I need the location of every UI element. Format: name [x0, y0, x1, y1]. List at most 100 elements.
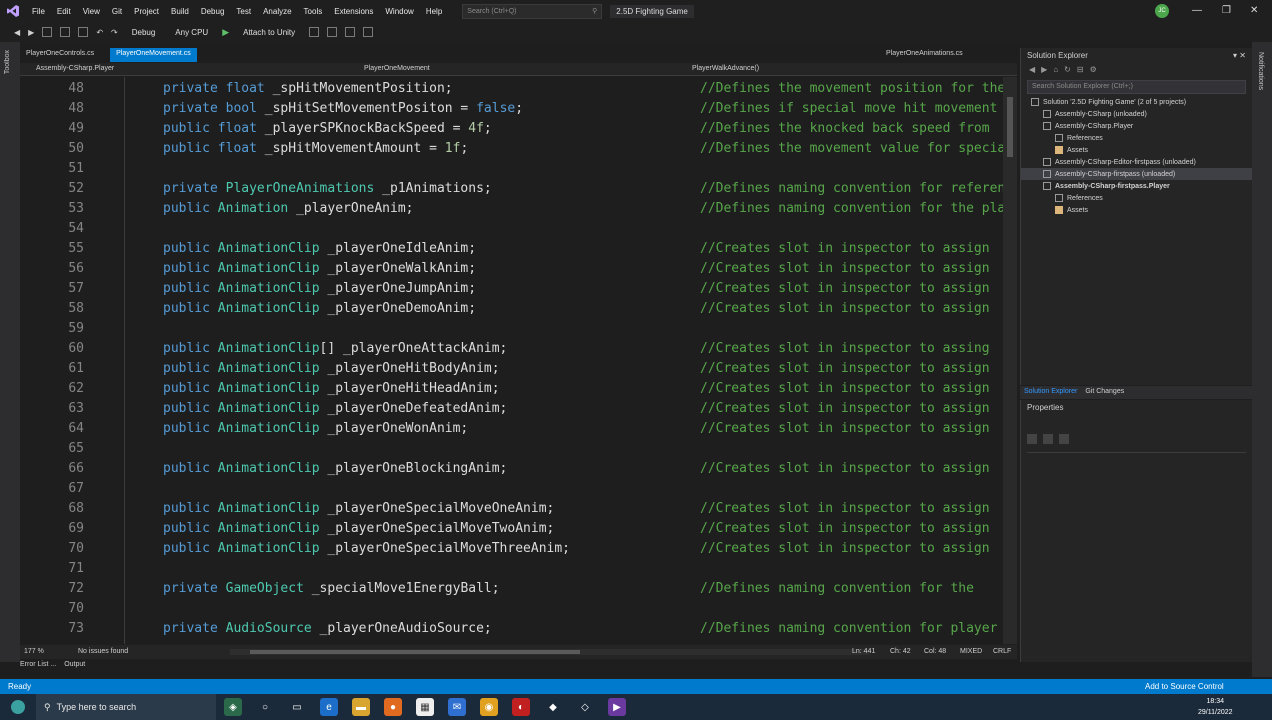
- scrollbar-thumb[interactable]: [1007, 97, 1013, 157]
- notifications-strip[interactable]: Notifications: [1252, 42, 1272, 677]
- code-line[interactable]: 65: [20, 439, 1017, 459]
- code-line[interactable]: 60 public AnimationClip[] _playerOneAttac…: [20, 339, 1017, 359]
- tree-item[interactable]: Assembly-CSharp (unloaded): [1021, 108, 1252, 120]
- settings-icon[interactable]: ⚙: [1090, 65, 1097, 75]
- member-dropdown[interactable]: PlayerWalkAdvance(): [692, 65, 759, 72]
- undo-icon[interactable]: ↶: [96, 28, 103, 37]
- menu-item-file[interactable]: File: [26, 7, 51, 16]
- tab-playeroneanimations[interactable]: PlayerOneAnimations.cs: [882, 48, 967, 59]
- zoom-level[interactable]: 177 %: [24, 648, 44, 655]
- code-line[interactable]: 72 private GameObject _specialMove1Energy…: [20, 579, 1017, 599]
- taskbar-clock[interactable]: 18:34 29/11/2022: [1198, 696, 1233, 718]
- code-line[interactable]: 54: [20, 219, 1017, 239]
- toolbox-strip[interactable]: Toolbox: [0, 42, 20, 662]
- tree-item[interactable]: Assembly-CSharp-Editor-firstpass (unload…: [1021, 156, 1252, 168]
- tab-git-changes[interactable]: Git Changes: [1085, 388, 1124, 397]
- code-line[interactable]: 61 public AnimationClip _playerOneHitBody…: [20, 359, 1017, 379]
- toolbar-tool-icon[interactable]: [345, 27, 356, 37]
- menu-item-test[interactable]: Test: [230, 7, 257, 16]
- home-icon[interactable]: ⌂: [1053, 65, 1058, 75]
- code-line[interactable]: 64 public AnimationClip _playerOneWonAnim…: [20, 419, 1017, 439]
- mail-icon[interactable]: ✉: [448, 698, 466, 716]
- code-line[interactable]: 49 public float _playerSPKnockBackSpeed =…: [20, 119, 1017, 139]
- code-line[interactable]: 73 private AudioSource _playerOneAudioSou…: [20, 619, 1017, 639]
- vertical-scrollbar[interactable]: [1003, 77, 1017, 644]
- play-icon[interactable]: ▶: [222, 27, 229, 38]
- tree-item[interactable]: References: [1021, 132, 1252, 144]
- code-line[interactable]: 48 private float _spHitMovementPosition; /…: [20, 79, 1017, 99]
- back-icon[interactable]: ◀: [1029, 65, 1035, 75]
- app-icon[interactable]: ◈: [224, 698, 242, 716]
- task-view-icon[interactable]: ○: [256, 698, 274, 716]
- forward-icon[interactable]: ▶: [28, 28, 34, 37]
- code-line[interactable]: 52 private PlayerOneAnimations _p1Animati…: [20, 179, 1017, 199]
- menu-item-window[interactable]: Window: [379, 7, 419, 16]
- save-icon[interactable]: [78, 27, 89, 37]
- code-line[interactable]: 59: [20, 319, 1017, 339]
- app-icon[interactable]: ◐: [512, 698, 530, 716]
- menu-item-project[interactable]: Project: [128, 7, 165, 16]
- categorized-icon[interactable]: [1027, 434, 1037, 444]
- tree-item[interactable]: Assets: [1021, 204, 1252, 216]
- tree-item[interactable]: Assembly-CSharp-firstpass.Player: [1021, 180, 1252, 192]
- code-line[interactable]: 70: [20, 599, 1017, 619]
- toolbar-tool-icon[interactable]: [309, 27, 320, 37]
- menu-item-git[interactable]: Git: [106, 7, 128, 16]
- menu-item-analyze[interactable]: Analyze: [257, 7, 297, 16]
- tab-error-list[interactable]: Error List ...: [20, 661, 56, 675]
- toolbar-tool-icon[interactable]: [327, 27, 338, 37]
- code-line[interactable]: 56 public AnimationClip _playerOneWalkAni…: [20, 259, 1017, 279]
- open-icon[interactable]: [60, 27, 71, 37]
- whitespace-mode[interactable]: MIXED: [960, 648, 982, 655]
- bookmark-icon[interactable]: [363, 27, 374, 37]
- widgets-icon[interactable]: ▭: [288, 698, 306, 716]
- code-line[interactable]: 68 public AnimationClip _playerOneSpecial…: [20, 499, 1017, 519]
- file-explorer-icon[interactable]: ▬: [352, 698, 370, 716]
- menu-item-edit[interactable]: Edit: [51, 7, 77, 16]
- close-icon[interactable]: ✕: [1250, 5, 1258, 16]
- code-line[interactable]: 67: [20, 479, 1017, 499]
- menu-item-debug[interactable]: Debug: [195, 7, 231, 16]
- code-line[interactable]: 62 public AnimationClip _playerOneHitHead…: [20, 379, 1017, 399]
- tree-item[interactable]: Assembly-CSharp-firstpass (unloaded): [1021, 168, 1252, 180]
- pin-icon[interactable]: ▾ ✕: [1233, 51, 1246, 60]
- menu-item-extensions[interactable]: Extensions: [328, 7, 379, 16]
- tree-item[interactable]: Assembly-CSharp.Player: [1021, 120, 1252, 132]
- tab-playeronemovement[interactable]: PlayerOneMovement.cs: [110, 48, 197, 62]
- code-line[interactable]: 63 public AnimationClip _playerOneDefeate…: [20, 399, 1017, 419]
- scrollbar-thumb[interactable]: [250, 650, 580, 654]
- code-line[interactable]: 58 public AnimationClip _playerOneDemoAni…: [20, 299, 1017, 319]
- edge-icon[interactable]: e: [320, 698, 338, 716]
- class-dropdown[interactable]: PlayerOneMovement: [364, 65, 430, 72]
- firefox-icon[interactable]: ●: [384, 698, 402, 716]
- back-icon[interactable]: ◀: [14, 28, 20, 37]
- issues-status[interactable]: No issues found: [78, 648, 128, 655]
- refresh-icon[interactable]: ↻: [1064, 65, 1071, 75]
- forward-icon[interactable]: ▶: [1041, 65, 1047, 75]
- property-pages-icon[interactable]: [1059, 434, 1069, 444]
- solution-search-input[interactable]: Search Solution Explorer (Ctrl+;): [1027, 80, 1246, 94]
- calendar-icon[interactable]: ▦: [416, 698, 434, 716]
- menu-item-tools[interactable]: Tools: [298, 7, 329, 16]
- minimize-icon[interactable]: —: [1192, 5, 1202, 16]
- code-line[interactable]: 57 public AnimationClip _playerOneJumpAni…: [20, 279, 1017, 299]
- code-line[interactable]: 70 public AnimationClip _playerOneSpecial…: [20, 539, 1017, 559]
- tree-item[interactable]: Assets: [1021, 144, 1252, 156]
- visual-studio-icon[interactable]: ▶: [608, 698, 626, 716]
- tab-playeronecontrols[interactable]: PlayerOneControls.cs: [20, 48, 100, 62]
- unity-icon[interactable]: ◆: [544, 698, 562, 716]
- taskbar-search[interactable]: ⚲ Type here to search: [36, 694, 216, 720]
- alphabetical-icon[interactable]: [1043, 434, 1053, 444]
- line-ending[interactable]: CRLF: [993, 648, 1011, 655]
- collapse-icon[interactable]: ⊟: [1077, 65, 1084, 75]
- add-to-source-control[interactable]: Add to Source Control: [1145, 682, 1224, 691]
- code-line[interactable]: 71: [20, 559, 1017, 579]
- tree-item[interactable]: Solution '2.5D Fighting Game' (2 of 5 pr…: [1021, 96, 1252, 108]
- horizontal-scrollbar[interactable]: [230, 649, 870, 655]
- code-line[interactable]: 55 public AnimationClip _playerOneIdleAni…: [20, 239, 1017, 259]
- new-file-icon[interactable]: [42, 27, 53, 37]
- tree-item[interactable]: References: [1021, 192, 1252, 204]
- code-line[interactable]: 50 public float _spHitMovementAmount = 1f…: [20, 139, 1017, 159]
- restore-icon[interactable]: ❐: [1222, 5, 1231, 16]
- tab-output[interactable]: Output: [64, 661, 85, 675]
